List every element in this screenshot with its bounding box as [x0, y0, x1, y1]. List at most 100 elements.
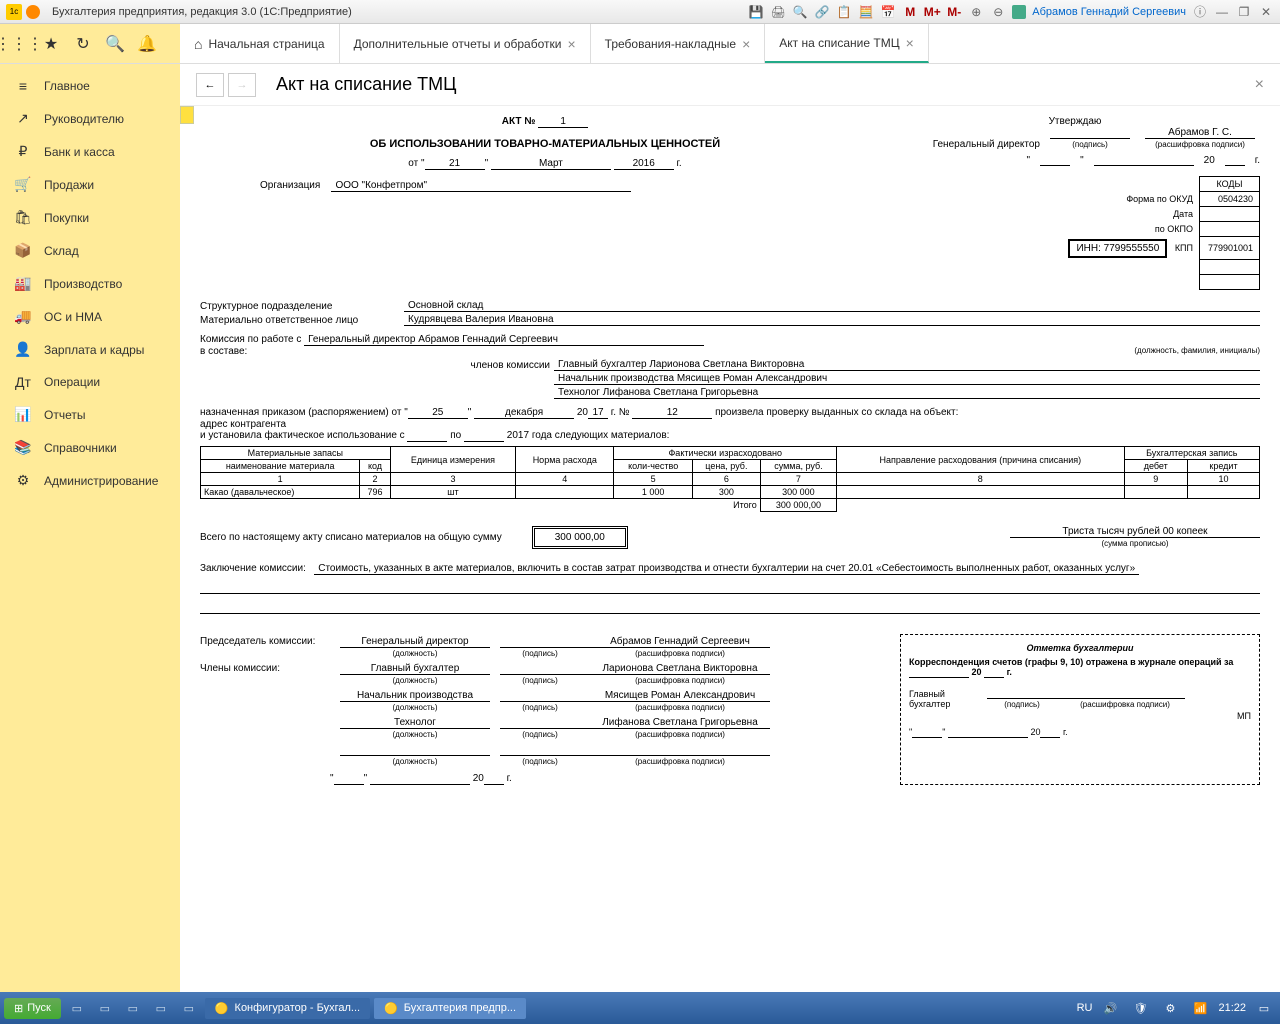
sig-name: [590, 744, 770, 756]
taskbar-icon[interactable]: ▭: [93, 996, 117, 1020]
sidebar-item-catalogs[interactable]: 📚Справочники: [0, 431, 180, 464]
sidebar-item-label: Производство: [44, 277, 122, 291]
month-field: [370, 773, 470, 785]
journal-field: [909, 667, 969, 678]
approve-block: Утверждаю Генеральный директор (подпись)…: [890, 116, 1260, 166]
books-icon: 📚: [14, 439, 32, 456]
apps-icon[interactable]: ⋮⋮⋮: [10, 35, 28, 53]
th-qty: коли-чество: [614, 460, 693, 473]
col-num: 1: [201, 473, 360, 486]
date-label: Дата: [1062, 207, 1199, 222]
calc-icon[interactable]: 🧮: [858, 4, 874, 20]
sidebar-item-label: Банк и касса: [44, 145, 115, 159]
taskbar-icon[interactable]: ▭: [121, 996, 145, 1020]
tab-act[interactable]: Акт на списание ТМЦ ×: [765, 24, 928, 63]
save-icon[interactable]: 💾: [748, 4, 764, 20]
col-num: 9: [1124, 473, 1188, 486]
search-icon[interactable]: 🔍: [106, 35, 124, 53]
m-plus-icon[interactable]: M+: [924, 4, 940, 20]
preview-icon[interactable]: 🔍: [792, 4, 808, 20]
sidebar-item-admin[interactable]: ⚙Администрирование: [0, 464, 180, 497]
close-icon[interactable]: ×: [906, 35, 914, 51]
year-field: [484, 773, 504, 785]
total-label: Итого: [201, 499, 761, 512]
taskbar-icon[interactable]: ▭: [177, 996, 201, 1020]
tab-home[interactable]: ⌂ Начальная страница: [180, 24, 340, 63]
tab-requirements[interactable]: Требования-накладные ×: [591, 24, 766, 63]
favorite-icon[interactable]: ★: [42, 35, 60, 53]
sidebar-item-reports[interactable]: 📊Отчеты: [0, 398, 180, 431]
sidebar-item-purchase[interactable]: 🛍Покупки: [0, 201, 180, 234]
sig-hint: (подпись): [522, 757, 558, 766]
close-page-icon[interactable]: ×: [1255, 76, 1264, 94]
col-num: 5: [614, 473, 693, 486]
sidebar-item-manager[interactable]: ↗Руководителю: [0, 102, 180, 135]
zoom-in-icon[interactable]: ⊕: [968, 4, 984, 20]
sidebar-item-os[interactable]: 🚚ОС и НМА: [0, 300, 180, 333]
link-icon[interactable]: 🔗: [814, 4, 830, 20]
tray-icon[interactable]: 📶: [1188, 996, 1212, 1020]
user-name[interactable]: Абрамов Геннадий Сергеевич: [1032, 6, 1186, 18]
members-sig-label: Члены комиссии:: [200, 663, 330, 686]
close-icon[interactable]: ×: [567, 36, 575, 52]
cell-debit: [1124, 486, 1188, 499]
taskbar-icon[interactable]: ▭: [65, 996, 89, 1020]
inn-value: 7799555550: [1104, 243, 1160, 254]
bell-icon[interactable]: 🔔: [138, 35, 156, 53]
inn-box: ИНН: 7799555550: [1068, 239, 1167, 258]
minimize-icon[interactable]: —: [1214, 4, 1230, 20]
sidebar-item-operations[interactable]: ДтОперации: [0, 366, 180, 398]
task-accounting[interactable]: 🟡Бухгалтерия предпр...: [374, 998, 526, 1019]
tray-icon[interactable]: ⚙: [1158, 996, 1182, 1020]
info-icon[interactable]: ⓘ: [1192, 4, 1208, 20]
date-value: [1200, 207, 1260, 222]
tab-reports[interactable]: Дополнительные отчеты и обработки ×: [340, 24, 591, 63]
sidebar-item-warehouse[interactable]: 📦Склад: [0, 234, 180, 267]
decode-hint: (расшифровка подписи): [635, 757, 725, 766]
cell-sum: 300 000: [760, 486, 836, 499]
tray-icon[interactable]: 🔊: [1098, 996, 1122, 1020]
m-minus-icon[interactable]: M-: [946, 4, 962, 20]
ruble-icon: ₽: [14, 143, 32, 160]
m-icon[interactable]: M: [902, 4, 918, 20]
th-acc: Бухгалтерская запись: [1124, 447, 1260, 460]
clipboard-icon[interactable]: 📋: [836, 4, 852, 20]
codes-header: КОДЫ: [1200, 177, 1260, 192]
restore-icon[interactable]: ❐: [1236, 4, 1252, 20]
start-button[interactable]: ⊞Пуск: [4, 998, 61, 1019]
usage-to-field: [464, 430, 504, 442]
clock[interactable]: 21:22: [1218, 1002, 1246, 1014]
close-icon[interactable]: ×: [742, 36, 750, 52]
box-icon: 📦: [14, 242, 32, 259]
calendar-icon[interactable]: 📅: [880, 4, 896, 20]
position-hint: (должность): [393, 649, 438, 658]
close-window-icon[interactable]: ✕: [1258, 4, 1274, 20]
history-icon[interactable]: ↻: [74, 35, 92, 53]
addr-label: адрес контрагента: [200, 419, 286, 430]
lang-indicator[interactable]: RU: [1077, 1002, 1093, 1014]
sidebar-item-bank[interactable]: ₽ Банк и касса: [0, 135, 180, 168]
task-configurator[interactable]: 🟡Конфигуратор - Бухгал...: [205, 998, 370, 1019]
taskbar-icon[interactable]: ▭: [149, 996, 173, 1020]
print-icon[interactable]: 🖨: [770, 4, 786, 20]
sig-hint: (подпись): [522, 676, 558, 685]
sidebar-item-sales[interactable]: 🛒Продажи: [0, 168, 180, 201]
document-area[interactable]: Утверждаю Генеральный директор (подпись)…: [180, 106, 1280, 992]
th-dir: Направление расходования (причина списан…: [837, 447, 1124, 473]
sidebar-item-main[interactable]: ≡Главное: [0, 70, 180, 102]
member3: Технолог Лифанова Светлана Григорьевна: [554, 387, 1260, 399]
tray-icon[interactable]: 🛡: [1128, 996, 1152, 1020]
titlebar: 1c Бухгалтерия предприятия, редакция 3.0…: [0, 0, 1280, 24]
day-field: [1040, 154, 1070, 166]
sidebar-item-salary[interactable]: 👤Зарплата и кадры: [0, 333, 180, 366]
sig-position: Генеральный директор: [340, 636, 490, 648]
words-hint: (сумма прописью): [1101, 539, 1168, 548]
zoom-out-icon[interactable]: ⊖: [990, 4, 1006, 20]
sidebar-item-production[interactable]: 🏭Производство: [0, 267, 180, 300]
dropdown-icon[interactable]: [26, 5, 40, 19]
person-icon: 👤: [14, 341, 32, 358]
back-button[interactable]: ←: [196, 73, 224, 97]
forward-button[interactable]: →: [228, 73, 256, 97]
content-header: ← → Акт на списание ТМЦ ×: [180, 64, 1280, 106]
tray-icon[interactable]: ▭: [1252, 996, 1276, 1020]
